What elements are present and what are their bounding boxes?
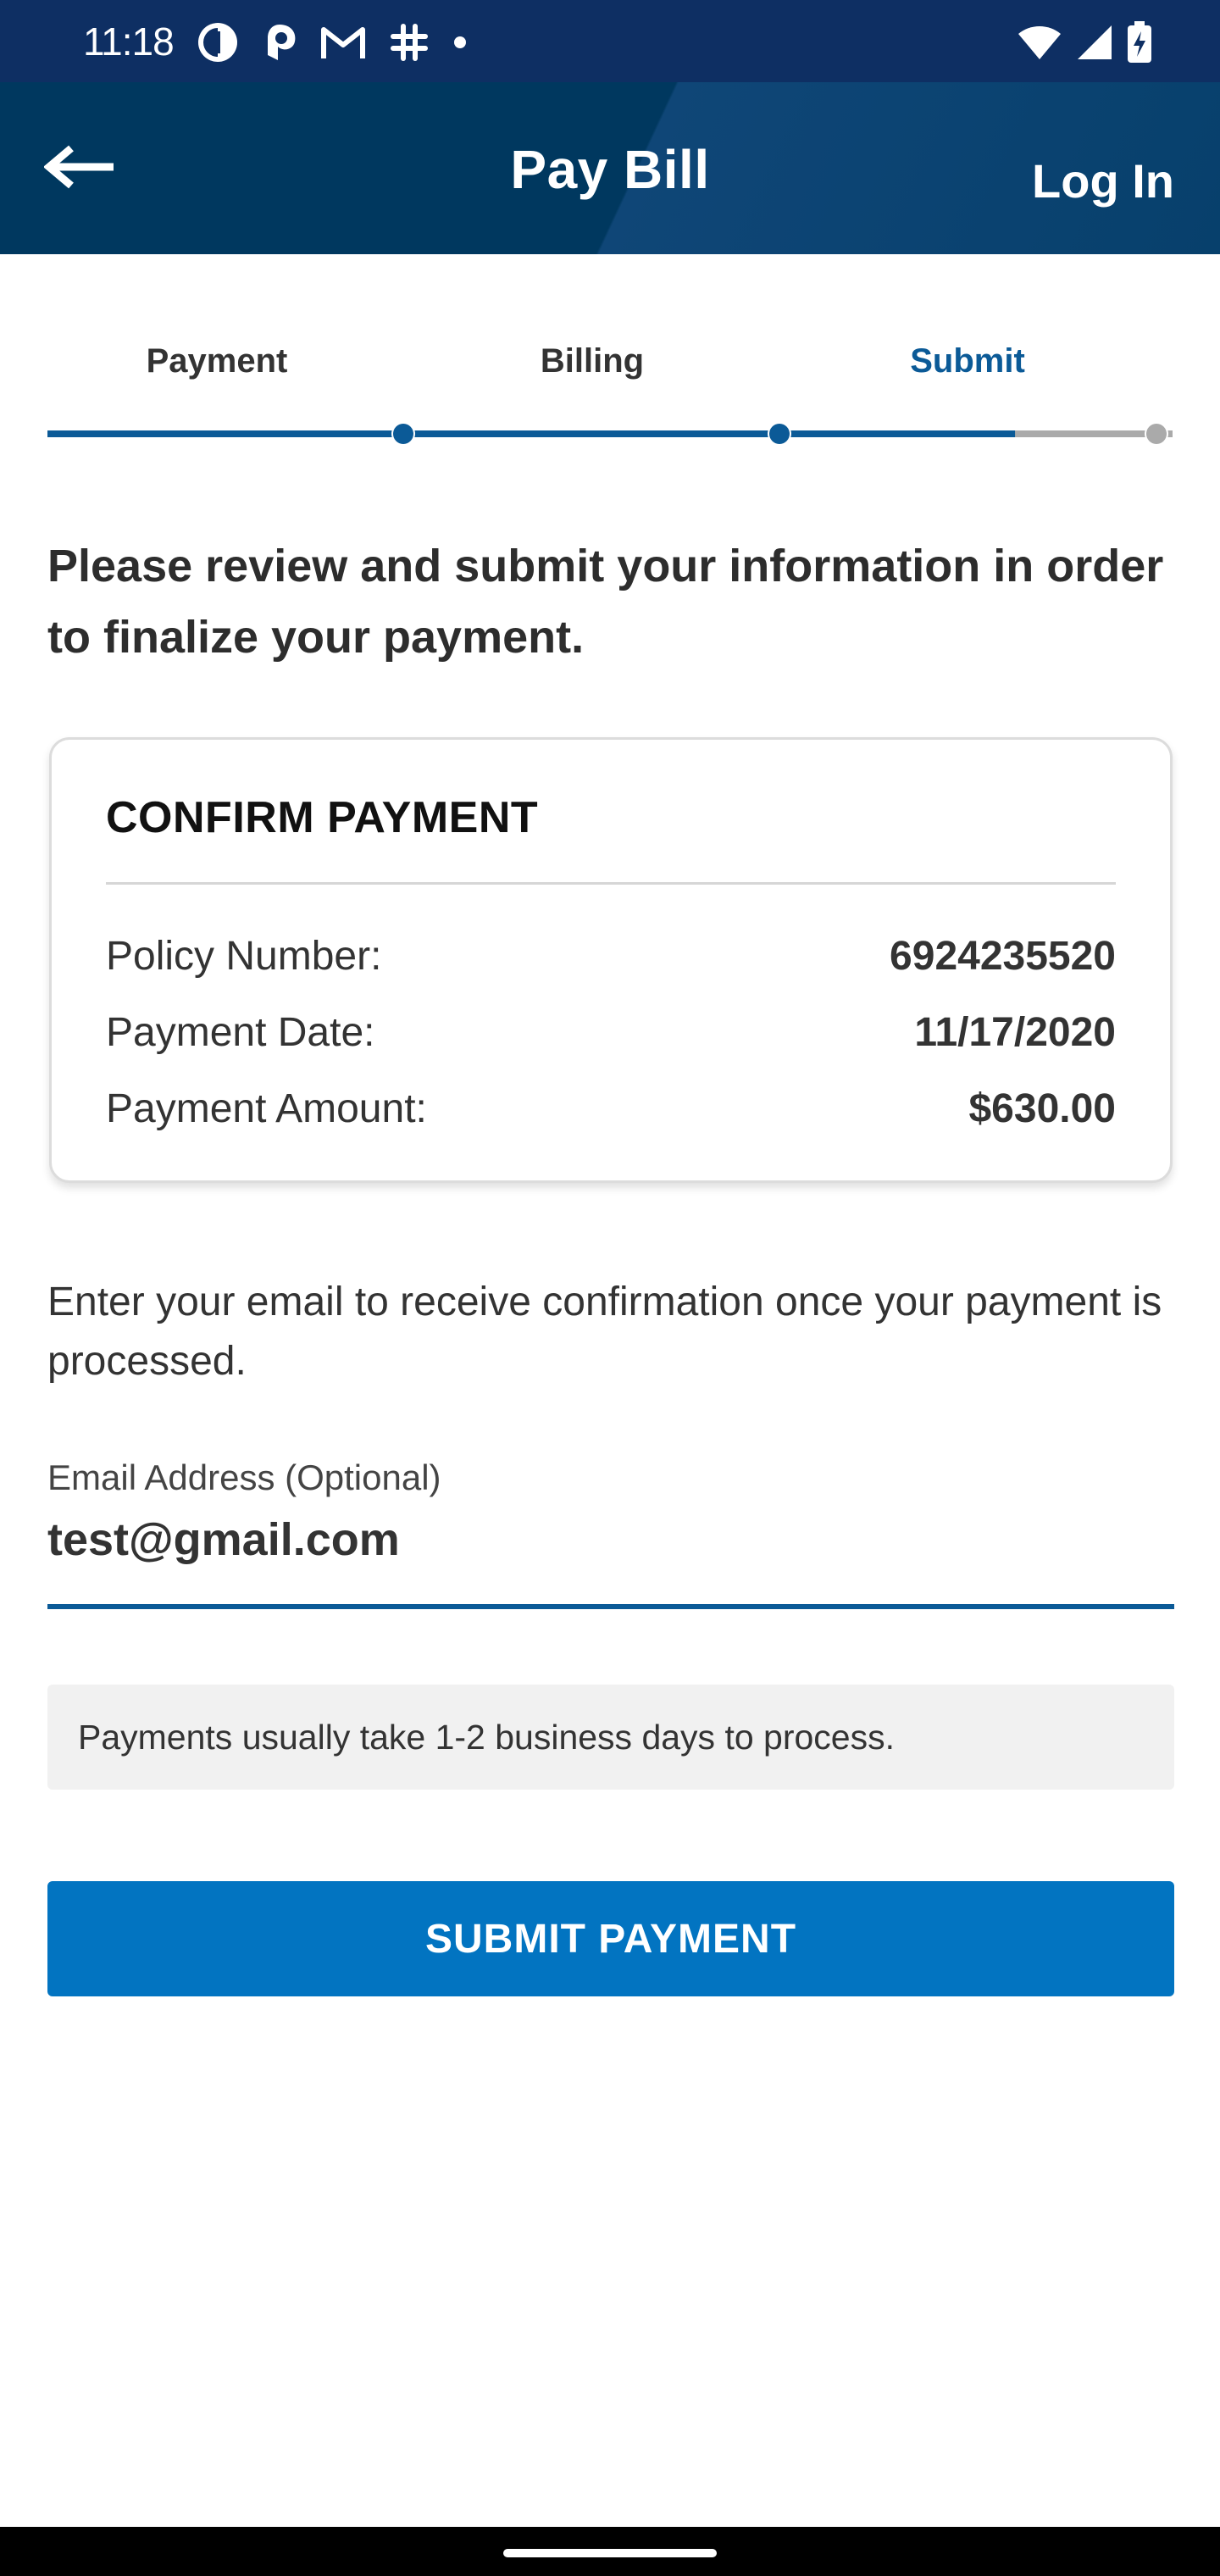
cellular-signal-icon [1076, 24, 1113, 61]
email-description: Enter your email to receive confirmation… [47, 1280, 1162, 1384]
status-time: 11:18 [83, 19, 175, 64]
app-bar: Pay Bill Log In [0, 82, 1220, 254]
payment-date-row: Payment Date: 11/17/2020 [106, 1009, 1116, 1069]
gmail-icon [320, 25, 366, 60]
email-field[interactable] [47, 1510, 1174, 1569]
step-submit: Submit [910, 342, 1025, 380]
submit-payment-button[interactable]: SUBMIT PAYMENT [47, 1881, 1174, 1996]
status-notification-icons [197, 19, 490, 66]
home-gesture-handle[interactable] [503, 2549, 717, 2557]
row-value: 6924235520 [890, 934, 1116, 979]
pinwheel-app-icon [261, 21, 298, 64]
intro-text: Please review and submit your informatio… [47, 541, 1164, 663]
email-underline [47, 1604, 1174, 1609]
battery-charging-icon [1127, 21, 1152, 64]
card-title: CONFIRM PAYMENT [106, 793, 539, 842]
row-value: 11/17/2020 [914, 1010, 1116, 1055]
payment-amount-row: Payment Amount: $630.00 [106, 1085, 1116, 1145]
email-label: Email Address (Optional) [47, 1457, 441, 1497]
slack-icon [388, 21, 430, 64]
step-dot-payment [393, 424, 413, 444]
divider [106, 882, 1116, 885]
confirm-payment-card: CONFIRM PAYMENT Policy Number: 692423552… [49, 737, 1173, 1183]
step-billing: Billing [540, 342, 645, 380]
step-dot-submit [1146, 424, 1167, 444]
dot-icon [452, 35, 468, 50]
policy-number-row: Policy Number: 6924235520 [106, 933, 1116, 992]
row-label: Payment Date: [106, 1010, 375, 1055]
notice-text: Payments usually take 1-2 business days … [78, 1717, 895, 1757]
row-value: $630.00 [968, 1086, 1116, 1131]
row-label: Payment Amount: [106, 1086, 427, 1131]
login-button[interactable]: Log In [1032, 153, 1174, 208]
step-indicator: Payment Billing Submit [47, 342, 1174, 393]
system-nav-bar [0, 2527, 1220, 2576]
step-payment: Payment [146, 342, 288, 380]
submit-label: SUBMIT PAYMENT [424, 1916, 797, 1962]
row-label: Policy Number: [106, 934, 382, 979]
status-bar: 11:18 [0, 0, 1220, 82]
sync-app-icon [197, 21, 239, 64]
processing-notice: Payments usually take 1-2 business days … [47, 1685, 1174, 1790]
wifi-icon [1017, 24, 1062, 61]
status-system-icons [1003, 19, 1152, 66]
step-progress-bar [47, 424, 1173, 446]
step-dot-billing [769, 424, 790, 444]
